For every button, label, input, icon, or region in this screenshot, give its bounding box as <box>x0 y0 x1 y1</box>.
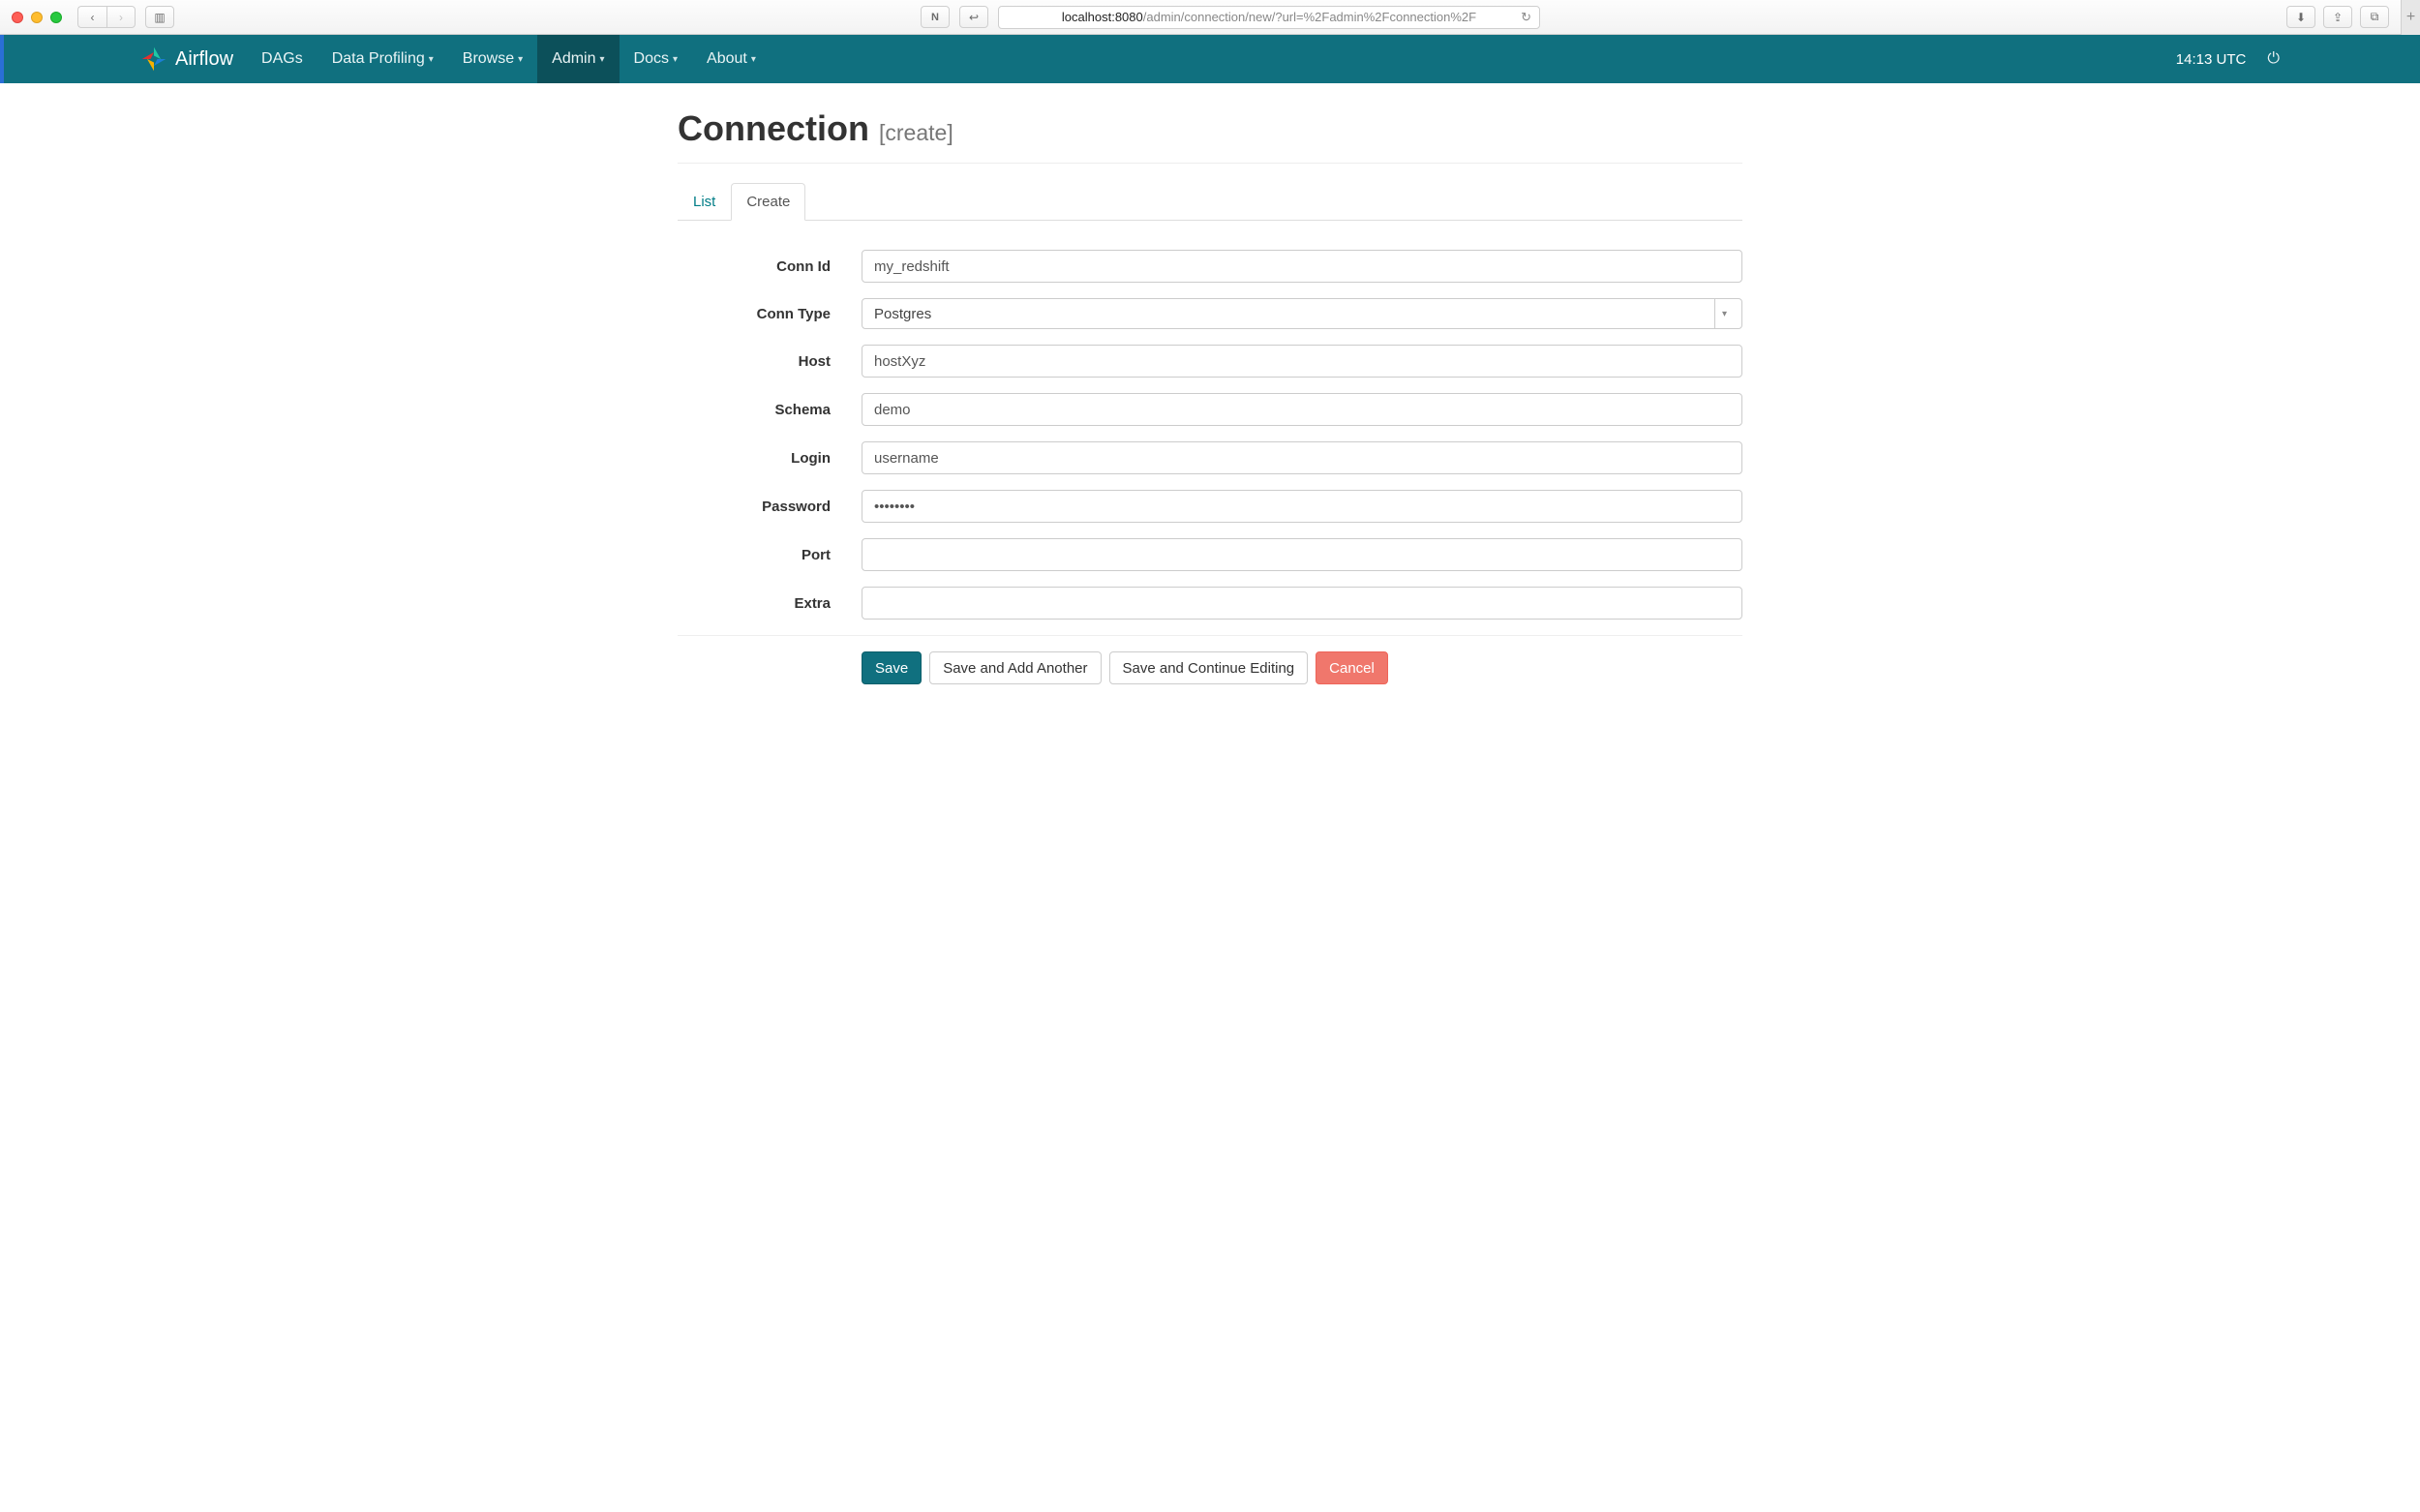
plus-icon: + <box>2406 9 2415 26</box>
airflow-logo-icon <box>140 45 167 73</box>
tab-label: List <box>693 194 715 210</box>
label-conn-id: Conn Id <box>678 258 862 275</box>
zoom-window-button[interactable] <box>50 12 62 23</box>
share-button[interactable]: ⇪ <box>2323 6 2352 28</box>
nav-item-label: DAGs <box>261 50 303 68</box>
label-extra: Extra <box>678 595 862 612</box>
label-port: Port <box>678 547 862 563</box>
tab-create[interactable]: Create <box>731 183 805 221</box>
save-button[interactable]: Save <box>862 651 922 684</box>
chevron-down-icon: ▾ <box>600 54 605 65</box>
page-header: Connection [create] <box>678 108 1742 164</box>
url-path: /admin/connection/new/?url=%2Fadmin%2Fco… <box>1143 10 1476 24</box>
utc-clock: 14:13 UTC <box>2176 51 2247 68</box>
reload-button[interactable]: ↻ <box>1521 10 1531 25</box>
tab-list[interactable]: List <box>678 183 731 221</box>
chevron-down-icon: ▾ <box>518 54 523 65</box>
address-bar[interactable]: localhost:8080/admin/connection/new/?url… <box>998 6 1540 29</box>
form-divider <box>678 635 1742 636</box>
tabs: List Create <box>678 183 1742 221</box>
input-host[interactable] <box>862 345 1742 378</box>
page-container: Connection [create] List Create Conn Id … <box>678 83 1742 684</box>
minimize-window-button[interactable] <box>31 12 43 23</box>
window-controls <box>12 12 62 23</box>
nav-item-label: Browse <box>463 50 514 68</box>
input-password[interactable] <box>862 490 1742 523</box>
reply-icon: ↩ <box>969 11 979 24</box>
new-tab-button[interactable]: + <box>2401 0 2420 35</box>
input-extra[interactable] <box>862 587 1742 620</box>
power-icon: ⏻ <box>2267 50 2280 67</box>
sidebar-button[interactable]: ▥ <box>145 6 174 28</box>
nav-item-dags[interactable]: DAGs <box>247 35 318 83</box>
input-login[interactable] <box>862 441 1742 474</box>
label-login: Login <box>678 450 862 467</box>
input-conn-id[interactable] <box>862 250 1742 283</box>
nav-back-forward: ‹ › <box>77 6 136 28</box>
label-conn-type: Conn Type <box>678 306 862 322</box>
downloads-button[interactable]: ⬇ <box>2286 6 2315 28</box>
page-subtitle: [create] <box>879 120 953 145</box>
page-title: Connection <box>678 108 869 148</box>
reply-button[interactable]: ↩ <box>959 6 988 28</box>
tabs-icon: ⧉ <box>2371 10 2379 24</box>
nav-item-data-profiling[interactable]: Data Profiling ▾ <box>318 35 448 83</box>
brand[interactable]: Airflow <box>140 45 247 73</box>
nav-item-admin[interactable]: Admin ▾ <box>537 35 619 83</box>
sidebar-icon: ▥ <box>154 11 165 24</box>
logout-button[interactable]: ⏻ <box>2267 50 2280 68</box>
save-continue-editing-button[interactable]: Save and Continue Editing <box>1109 651 1309 684</box>
nav-item-label: Data Profiling <box>332 50 425 68</box>
connection-form: Conn Id Conn Type Postgres ▾ Host Schema <box>678 250 1742 684</box>
save-add-another-button[interactable]: Save and Add Another <box>929 651 1101 684</box>
extension-button[interactable]: N <box>921 6 950 28</box>
note-icon: N <box>931 12 939 23</box>
chevron-down-icon: ▾ <box>1714 299 1734 328</box>
nav-item-label: Admin <box>552 50 595 68</box>
chevron-left-icon: ‹ <box>91 11 95 24</box>
input-schema[interactable] <box>862 393 1742 426</box>
url-host: localhost:8080 <box>1062 10 1143 24</box>
select-conn-type-value: Postgres <box>874 306 931 322</box>
browser-chrome: ‹ › ▥ N ↩ localhost:8080/admin/connectio… <box>0 0 2420 35</box>
nav-item-browse[interactable]: Browse ▾ <box>448 35 537 83</box>
window-edge <box>0 35 4 83</box>
cancel-button[interactable]: Cancel <box>1316 651 1388 684</box>
select-conn-type[interactable]: Postgres ▾ <box>862 298 1742 329</box>
nav-item-about[interactable]: About ▾ <box>692 35 771 83</box>
chevron-down-icon: ▾ <box>751 54 756 65</box>
label-host: Host <box>678 353 862 370</box>
brand-text: Airflow <box>175 48 233 71</box>
chevron-down-icon: ▾ <box>429 54 434 65</box>
reload-icon: ↻ <box>1521 10 1531 24</box>
form-buttons: Save Save and Add Another Save and Conti… <box>678 651 1742 684</box>
chevron-right-icon: › <box>119 11 123 24</box>
download-icon: ⬇ <box>2296 11 2306 24</box>
back-button[interactable]: ‹ <box>77 6 106 28</box>
forward-button[interactable]: › <box>106 6 136 28</box>
nav-item-label: Docs <box>634 50 669 68</box>
nav-item-label: About <box>707 50 747 68</box>
nav-item-docs[interactable]: Docs ▾ <box>620 35 692 83</box>
show-tabs-button[interactable]: ⧉ <box>2360 6 2389 28</box>
label-schema: Schema <box>678 402 862 418</box>
chevron-down-icon: ▾ <box>673 54 678 65</box>
share-icon: ⇪ <box>2333 11 2343 24</box>
label-password: Password <box>678 499 862 515</box>
tab-label: Create <box>746 194 790 210</box>
navbar: Airflow DAGs Data Profiling ▾ Browse ▾ A… <box>0 35 2420 83</box>
input-port[interactable] <box>862 538 1742 571</box>
close-window-button[interactable] <box>12 12 23 23</box>
